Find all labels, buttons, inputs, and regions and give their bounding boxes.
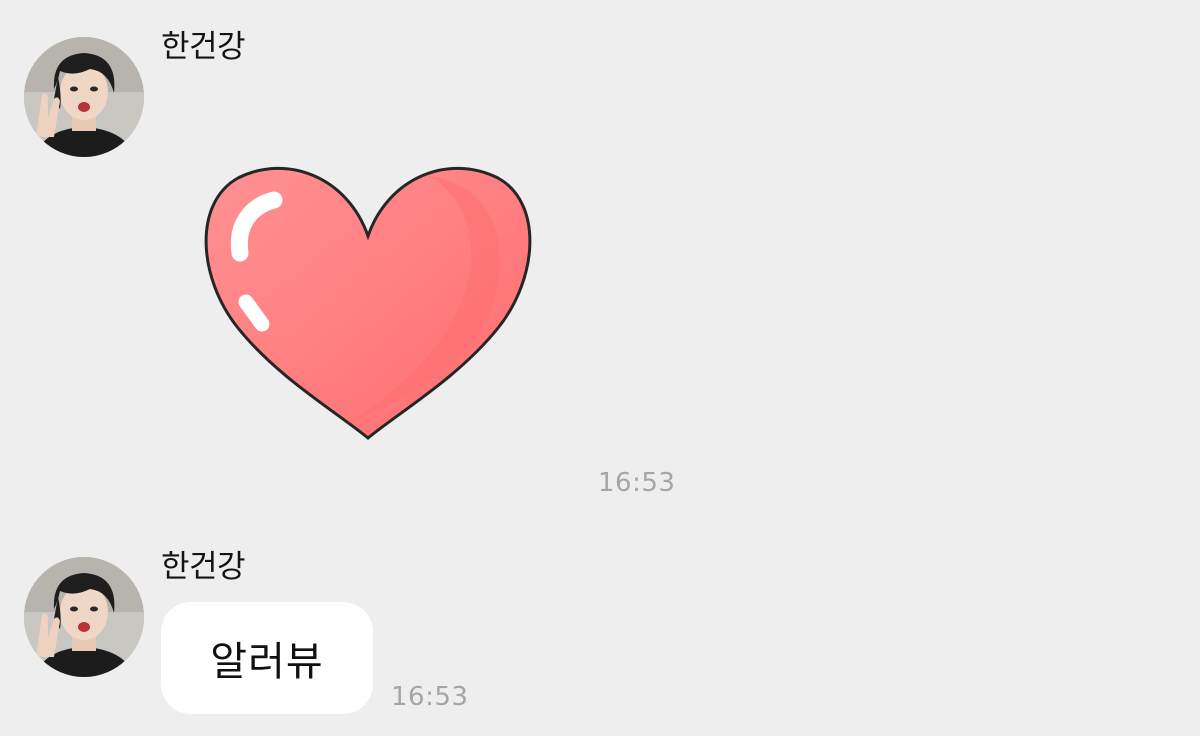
avatar[interactable]	[24, 557, 144, 677]
message-timestamp: 16:53	[598, 468, 676, 498]
avatar[interactable]	[24, 37, 144, 157]
sender-name: 한건강	[161, 549, 246, 585]
heart-sticker-icon[interactable]	[198, 158, 538, 448]
message-timestamp: 16:53	[391, 682, 469, 712]
avatar-photo-icon	[24, 37, 144, 157]
message-bubble[interactable]: 알러뷰	[161, 602, 373, 714]
sender-name: 한건강	[161, 29, 246, 65]
chat-view: 한건강 16:53 한건강 알러뷰 16:53	[0, 0, 1200, 736]
message-text-content: 알러뷰	[210, 639, 324, 685]
message-text: 한건강 알러뷰 16:53	[0, 540, 1200, 736]
message-sticker: 한건강 16:53	[0, 0, 1200, 520]
avatar-photo-icon	[24, 557, 144, 677]
